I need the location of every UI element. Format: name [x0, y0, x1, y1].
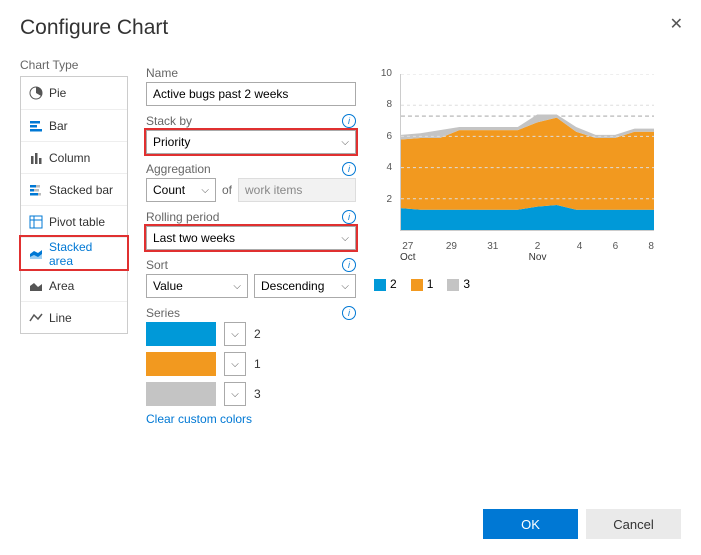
series-color-swatch[interactable] [146, 382, 216, 406]
clear-custom-colors-link[interactable]: Clear custom colors [146, 412, 356, 426]
series-label: 1 [254, 357, 261, 371]
chart-type-bar[interactable]: Bar [21, 109, 127, 141]
chevron-down-icon: ⌵ [341, 281, 349, 292]
chart-preview: 2 4 6 8 10 27Oct 29 31 2Nov 4 6 8 [374, 68, 654, 263]
of-label: of [222, 183, 232, 197]
series-label: 2 [254, 327, 261, 341]
sort-direction-value: Descending [261, 279, 324, 293]
chart-type-pivot-table[interactable]: Pivot table [21, 205, 127, 237]
name-input[interactable] [146, 82, 356, 106]
chart-type-label-text: Stacked bar [49, 183, 113, 197]
pie-icon [29, 86, 43, 100]
info-icon[interactable]: i [342, 210, 356, 224]
ok-button[interactable]: OK [483, 509, 578, 539]
chart-type-label-text: Bar [49, 119, 68, 133]
info-icon[interactable]: i [342, 114, 356, 128]
y-tick: 2 [386, 194, 392, 205]
series-color-swatch[interactable] [146, 352, 216, 376]
aggregation-select[interactable]: Count ⌵ [146, 178, 216, 202]
legend-item: 2 [374, 277, 397, 291]
name-label: Name [146, 66, 178, 80]
chart-type-label-text: Area [49, 279, 74, 293]
close-icon[interactable]: ✕ [670, 14, 683, 34]
y-tick: 6 [386, 131, 392, 142]
chart-type-line[interactable]: Line [21, 301, 127, 333]
chart-type-label-text: Pie [49, 86, 66, 100]
series-color-swatch[interactable] [146, 322, 216, 346]
pivot-icon [29, 215, 43, 229]
rolling-period-select[interactable]: Last two weeks ⌵ [146, 226, 356, 250]
chart-type-label: Chart Type [20, 58, 128, 72]
info-icon[interactable]: i [342, 258, 356, 272]
rolling-period-label: Rolling period [146, 210, 219, 224]
dialog-title: Configure Chart [20, 16, 681, 40]
x-tick: 8 [648, 241, 654, 263]
x-tick: 4 [577, 241, 583, 263]
series-color-dropdown[interactable]: ⌵ [224, 322, 246, 346]
aggregation-label: Aggregation [146, 162, 211, 176]
chart-type-list: Pie Bar Column Stacked bar Pivot table [20, 76, 128, 334]
x-tick: 2Nov [529, 241, 547, 263]
chart-type-label-text: Pivot table [49, 215, 105, 229]
y-tick: 4 [386, 162, 392, 173]
aggregation-field-select: work items [238, 178, 356, 202]
chart-type-label-text: Line [49, 311, 72, 325]
chart-type-stacked-bar[interactable]: Stacked bar [21, 173, 127, 205]
chart-legend: 213 [374, 277, 681, 291]
series-label: 3 [254, 387, 261, 401]
sort-label: Sort [146, 258, 168, 272]
chevron-down-icon: ⌵ [341, 137, 349, 148]
chevron-down-icon: ⌵ [233, 281, 241, 292]
sort-direction-select[interactable]: Descending ⌵ [254, 274, 356, 298]
x-tick: 31 [487, 241, 498, 263]
series-color-dropdown[interactable]: ⌵ [224, 382, 246, 406]
stack-by-value: Priority [153, 135, 190, 149]
chart-type-pie[interactable]: Pie [21, 77, 127, 109]
chart-type-column[interactable]: Column [21, 141, 127, 173]
aggregation-field-value: work items [245, 183, 302, 197]
chevron-down-icon: ⌵ [341, 233, 349, 244]
aggregation-value: Count [153, 183, 185, 197]
sort-field-select[interactable]: Value ⌵ [146, 274, 248, 298]
area-icon [29, 279, 43, 293]
cancel-button[interactable]: Cancel [586, 509, 681, 539]
stacked-bar-icon [29, 183, 43, 197]
info-icon[interactable]: i [342, 162, 356, 176]
column-icon [29, 151, 43, 165]
sort-field-value: Value [153, 279, 183, 293]
chart-type-label-text: Column [49, 151, 90, 165]
y-tick: 10 [381, 68, 392, 79]
rolling-period-value: Last two weeks [153, 231, 235, 245]
chart-type-label-text: Stacked area [49, 240, 119, 268]
info-icon[interactable]: i [342, 306, 356, 320]
chart-type-area[interactable]: Area [21, 269, 127, 301]
legend-item: 3 [447, 277, 470, 291]
chevron-down-icon: ⌵ [201, 185, 209, 196]
legend-item: 1 [411, 277, 434, 291]
chart-type-stacked-area[interactable]: Stacked area [21, 237, 127, 269]
y-tick: 8 [386, 99, 392, 110]
x-tick: 6 [613, 241, 619, 263]
series-label: Series [146, 306, 180, 320]
stack-by-select[interactable]: Priority ⌵ [146, 130, 356, 154]
x-tick: 27Oct [400, 241, 416, 263]
stack-by-label: Stack by [146, 114, 192, 128]
bar-icon [29, 119, 43, 133]
line-icon [29, 311, 43, 325]
x-tick: 29 [446, 241, 457, 263]
stacked-area-icon [29, 247, 43, 261]
series-color-dropdown[interactable]: ⌵ [224, 352, 246, 376]
